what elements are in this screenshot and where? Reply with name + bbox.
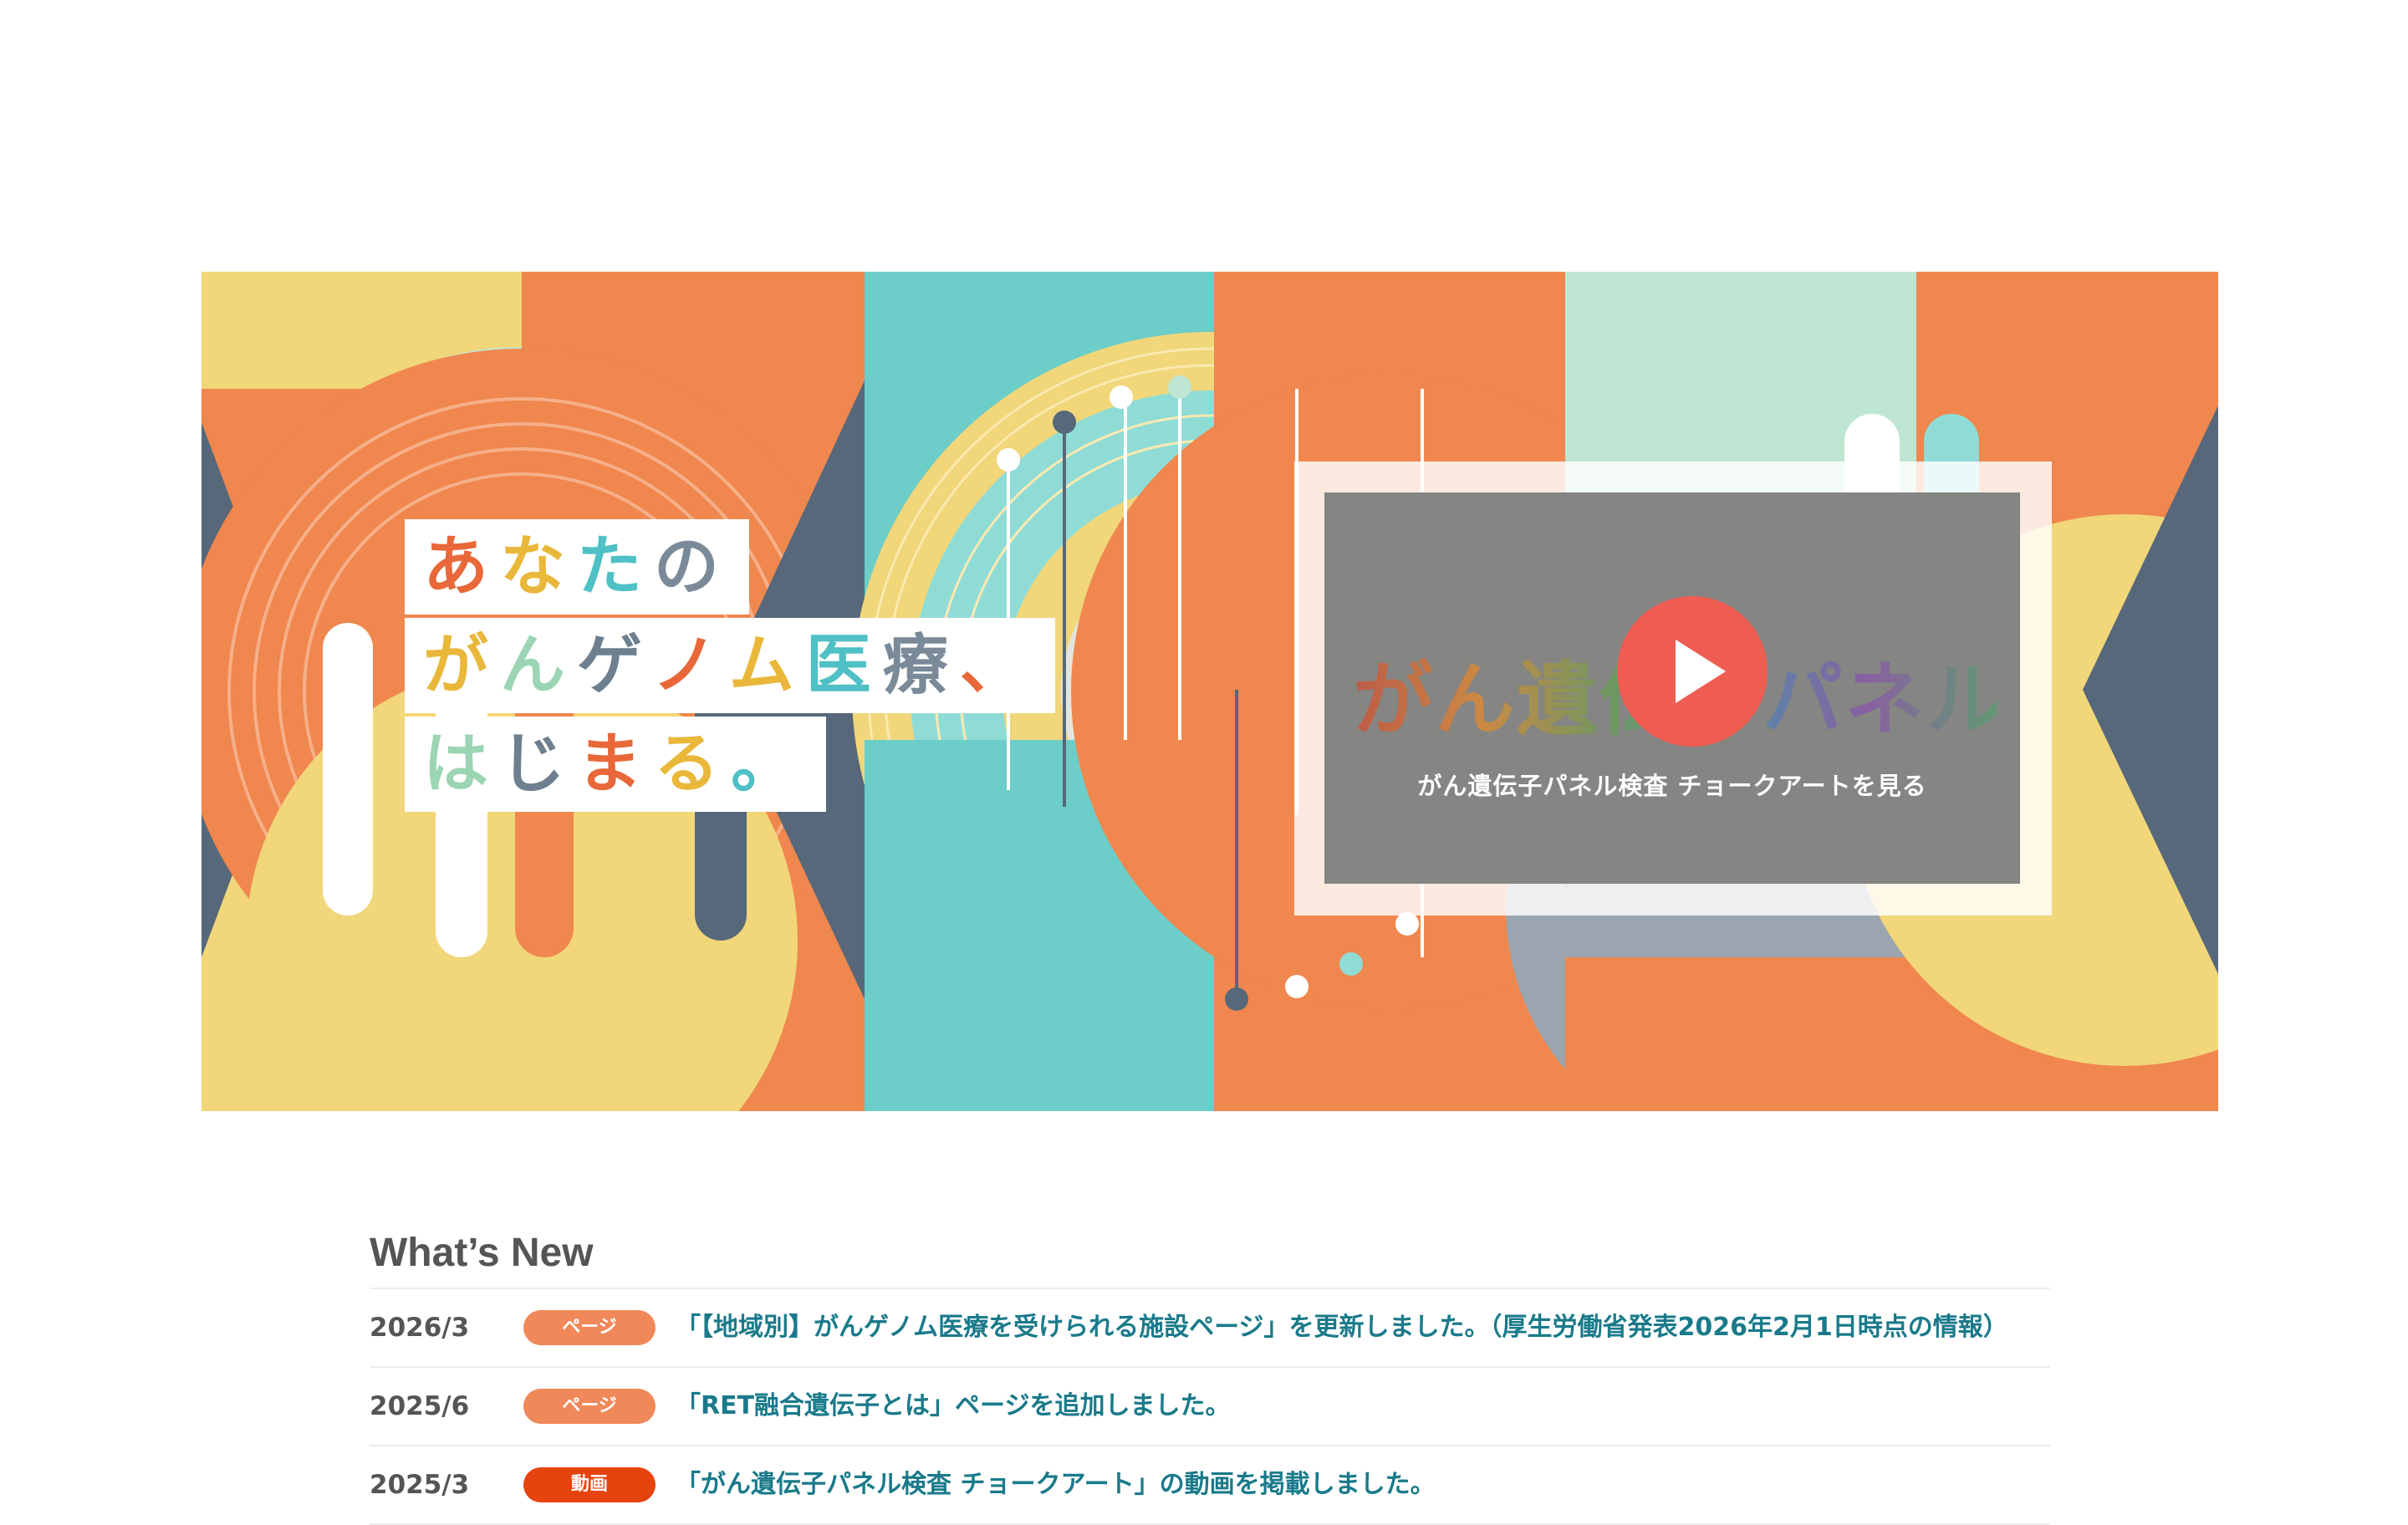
tagline-char: ム xyxy=(728,628,806,703)
tagline-char: ノ xyxy=(651,628,729,703)
tagline-char: ゲ xyxy=(577,628,652,703)
tagline-line-3: はじまる。 xyxy=(405,717,827,812)
tagline-char: の xyxy=(654,529,732,604)
news-item: 2026/3 ページ 「【地域別】がんゲノム医療を受けられる施設ページ」を更新し… xyxy=(370,1289,2050,1368)
tagline-char: あ xyxy=(423,529,501,604)
news-link[interactable]: 「RET融合遺伝子とは」ページを追加しました。 xyxy=(676,1368,1230,1445)
news-item: 2025/6 ページ 「RET融合遺伝子とは」ページを追加しました。 xyxy=(370,1368,2050,1446)
tagline-char: ま xyxy=(577,727,655,802)
video-caption: がん遺伝子パネル検査 チョークアートを見る xyxy=(1417,772,1927,800)
whats-new-section: What’s New 2026/3 ページ 「【地域別】がんゲノム医療を受けられ… xyxy=(370,1219,2050,1525)
tagline-line-2: がんゲノム医療、 xyxy=(405,618,1055,713)
category-badge: ページ xyxy=(523,1310,656,1345)
video-thumbnail[interactable]: がん遺伝子パネル検査 がん遺伝子パネル検査 チョークアートを見る xyxy=(1324,492,2020,884)
category-badge: ページ xyxy=(523,1389,656,1424)
news-item: 2025/3 動画 「がん遺伝子パネル検査 チョークアート」の動画を掲載しました… xyxy=(370,1446,2050,1525)
news-link[interactable]: 「【地域別】がんゲノム医療を受けられる施設ページ」を更新しました。（厚生労働省発… xyxy=(676,1289,2008,1366)
tagline-char: じ xyxy=(500,727,578,802)
tagline-line-1: あなたの xyxy=(405,519,750,615)
tagline-char: 医 xyxy=(805,628,883,703)
tagline-char: 、 xyxy=(959,628,1037,703)
news-list: 2026/3 ページ 「【地域別】がんゲノム医療を受けられる施設ページ」を更新し… xyxy=(370,1288,2050,1525)
tagline-char: は xyxy=(423,727,501,802)
tagline-char: 。 xyxy=(731,727,809,802)
news-date: 2025/6 xyxy=(370,1391,470,1421)
news-link[interactable]: 「がん遺伝子パネル検査 チョークアート」の動画を掲載しました。 xyxy=(676,1446,1436,1523)
tagline-char: な xyxy=(500,529,578,604)
category-badge: 動画 xyxy=(523,1467,656,1502)
section-title: What’s New xyxy=(370,1231,594,1275)
tagline-char: が xyxy=(423,628,501,703)
hero-banner: あなたの がんゲノム医療、 はじまる。 がん遺伝子パネル検査 がん遺伝子パネル検… xyxy=(202,272,2218,1111)
tagline-char: 療 xyxy=(882,628,960,703)
news-date: 2025/3 xyxy=(370,1470,470,1500)
play-button[interactable] xyxy=(1617,596,1768,747)
tagline-char: る xyxy=(654,727,732,802)
play-icon xyxy=(1676,640,1726,703)
tagline-char: ん xyxy=(500,628,578,703)
news-date: 2026/3 xyxy=(370,1313,470,1343)
tagline-char: た xyxy=(577,529,655,604)
